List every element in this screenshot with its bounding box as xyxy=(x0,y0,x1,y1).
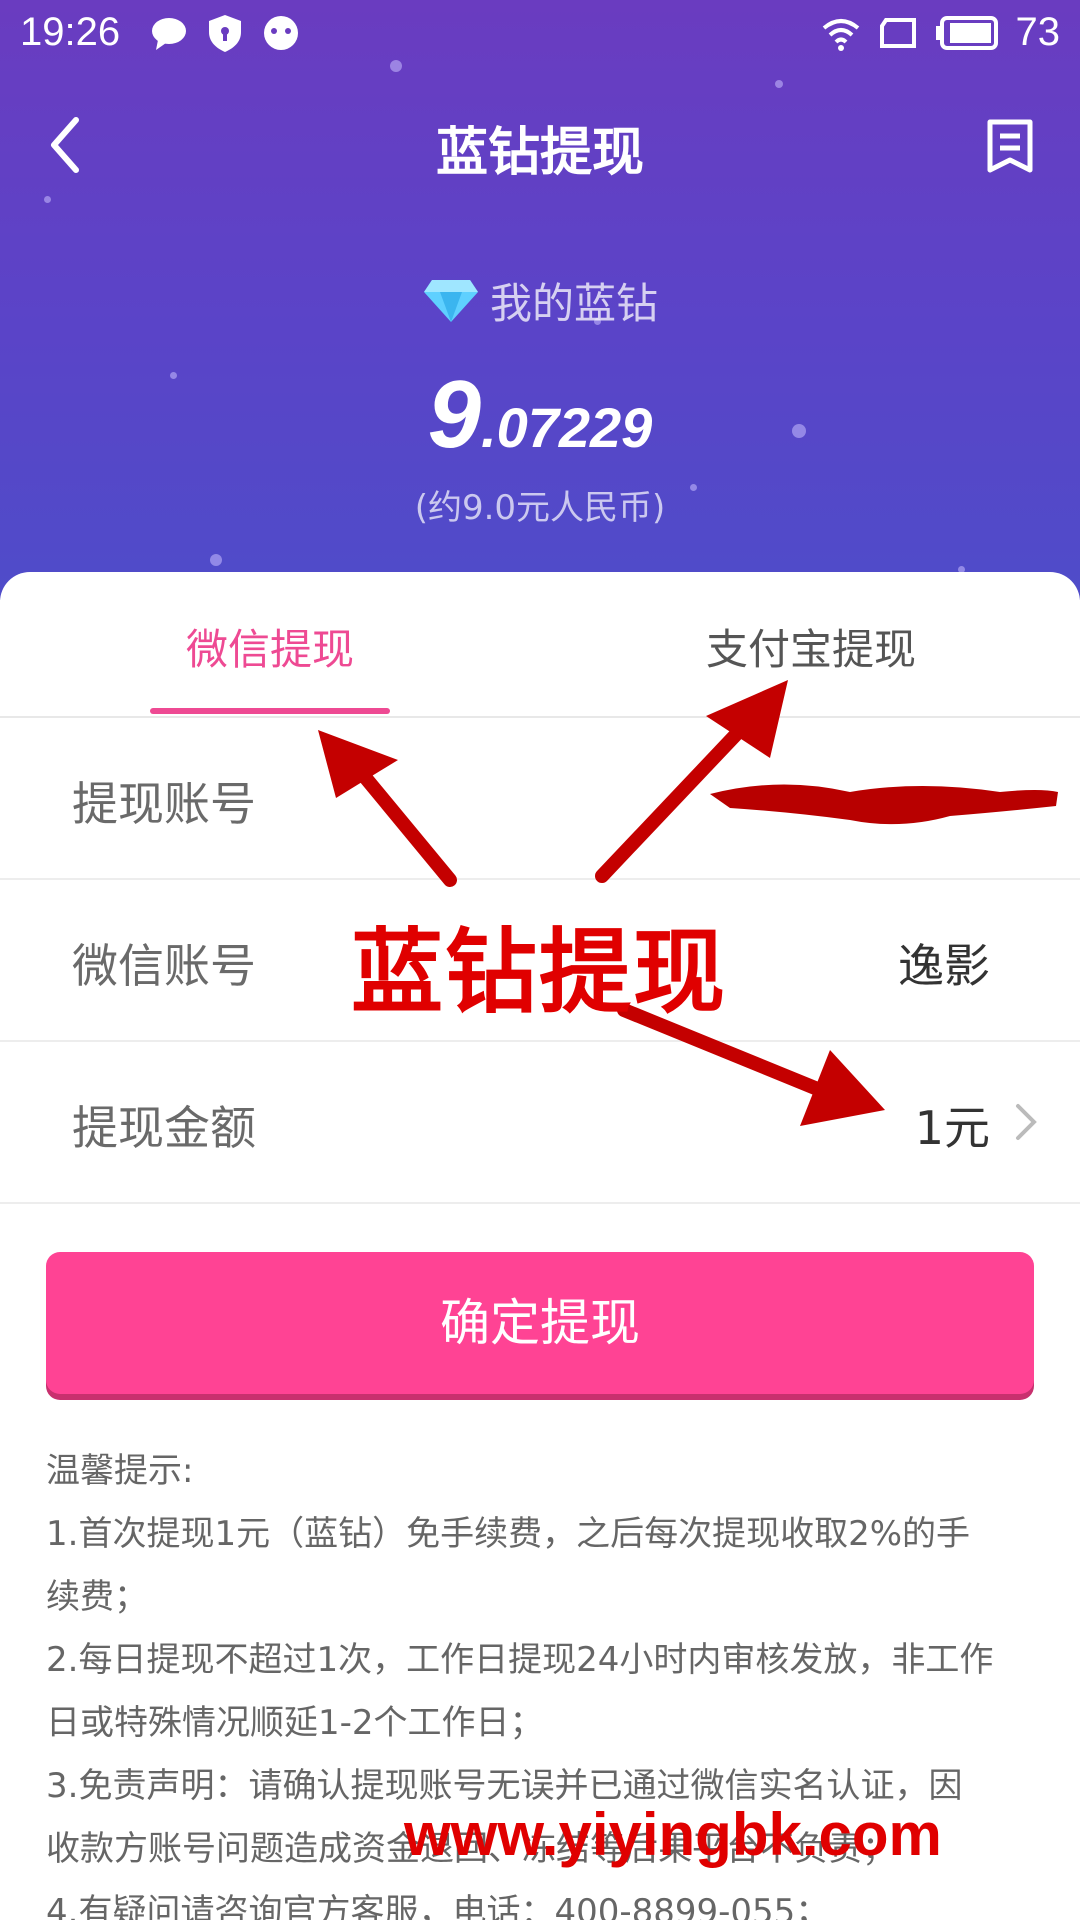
balance-approx: (约9.0元人民币) xyxy=(414,488,666,528)
nav-bar: 蓝钻提现 xyxy=(0,90,1080,200)
wechat-account-label: 微信账号 xyxy=(72,939,256,993)
tip-line: 2.每日提现不超过1次，工作日提现24小时内审核发放，非工作 xyxy=(46,1640,994,1680)
shield-icon xyxy=(209,15,241,52)
wechat-account-value: 逸影 xyxy=(898,939,990,993)
balance-integer: 9 xyxy=(427,361,482,468)
withdraw-amount-value: 1元 xyxy=(914,1101,990,1155)
tip-line: 收款方账号问题造成资金退回、冻结等后果平台不负责； xyxy=(46,1829,896,1869)
assistant-icon xyxy=(264,16,298,50)
tip-line: 3.免责声明：请确认提现账号无误并已通过微信实名认证，因 xyxy=(46,1766,963,1806)
tip-line: 1.首次提现1元（蓝钻）免手续费，之后每次提现收取2%的手 xyxy=(46,1514,971,1554)
tip-line: 日或特殊情况顺延1-2个工作日； xyxy=(46,1703,544,1743)
status-time: 19:26 xyxy=(20,10,121,54)
status-icons-left xyxy=(148,12,302,54)
confirm-withdraw-button[interactable]: 确定提现 xyxy=(46,1252,1034,1394)
hero-header: 19:26 73 蓝钻提现 我的蓝钻 9.07229 (约9.0元人民币) xyxy=(0,0,1080,600)
tip-line: 4.有疑问请咨询官方客服，电话：400-8899-055； xyxy=(46,1892,830,1920)
withdraw-card: 微信提现 支付宝提现 提现账号 微信账号 逸影 提现金额 1元 确定提现 温馨提… xyxy=(0,572,1080,1920)
diamond-icon xyxy=(423,279,478,322)
status-bar: 19:26 73 xyxy=(0,0,1080,66)
page-title: 蓝钻提现 xyxy=(435,123,644,183)
chat-bubble-icon xyxy=(152,18,186,50)
battery-level: 73 xyxy=(1015,10,1061,54)
balance-amount: 9.07229 xyxy=(0,360,1080,470)
battery-icon xyxy=(935,15,998,50)
tips-section: 温馨提示: 1.首次提现1元（蓝钻）免手续费，之后每次提现收取2%的手 续费； … xyxy=(46,1440,1036,1920)
screen-icon xyxy=(879,17,916,48)
tab-alipay-withdraw[interactable]: 支付宝提现 xyxy=(706,616,916,677)
wechat-account-row: 微信账号 逸影 xyxy=(0,880,1080,1042)
balance-label: 我的蓝钻 xyxy=(489,279,658,328)
balance-decimal: .07229 xyxy=(481,396,653,459)
chevron-right-icon xyxy=(1016,1104,1037,1140)
record-list-icon[interactable] xyxy=(980,110,1040,180)
tab-wechat-withdraw[interactable]: 微信提现 xyxy=(186,616,354,677)
account-row: 提现账号 xyxy=(0,718,1080,880)
withdraw-tabs: 微信提现 支付宝提现 xyxy=(0,572,1080,718)
withdraw-amount-label: 提现金额 xyxy=(72,1101,256,1155)
tips-title: 温馨提示: xyxy=(46,1451,194,1491)
tip-line: 续费； xyxy=(46,1577,148,1617)
active-tab-indicator xyxy=(150,708,390,714)
status-icons-right: 73 xyxy=(820,10,1061,55)
redaction-scribble xyxy=(710,784,1058,825)
balance-label-row: 我的蓝钻 xyxy=(0,270,1080,331)
account-label: 提现账号 xyxy=(72,777,256,831)
star-dot xyxy=(775,80,783,88)
withdraw-amount-row[interactable]: 提现金额 1元 xyxy=(0,1042,1080,1204)
star-dot xyxy=(210,554,222,566)
wifi-icon xyxy=(822,18,859,51)
